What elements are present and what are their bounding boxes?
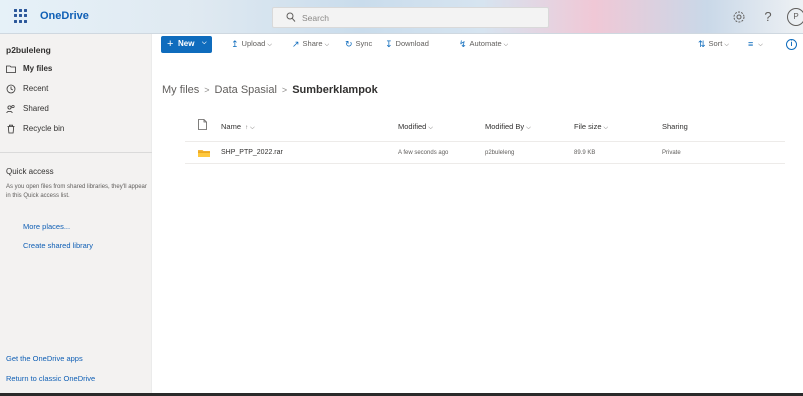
app-launcher-icon[interactable] [14, 9, 28, 23]
search-icon [286, 12, 296, 22]
nav-item-recycle-bin[interactable]: Recycle bin [0, 121, 152, 138]
automate-button[interactable]: ↯ Automate ⌵ [459, 39, 508, 51]
file-type-icon[interactable] [198, 119, 207, 130]
sort-icon: ⇅ [698, 39, 706, 49]
share-icon: ↗ [292, 39, 300, 49]
archive-folder-icon [198, 150, 210, 157]
chevron-down-icon: ⌵ [267, 42, 272, 48]
column-header-name[interactable]: Name ↑ ⌵ [221, 122, 255, 132]
clock-icon [6, 84, 16, 94]
chevron-down-icon: ⌵ [250, 125, 255, 131]
nav-item-label: Recent [23, 84, 49, 93]
file-list-header: Name ↑ ⌵ Modified ⌵ Modified By ⌵ File size… [185, 109, 785, 142]
suite-header: OneDrive ? P [0, 0, 803, 34]
account-name: p2buleleng [6, 45, 51, 55]
column-header-modified[interactable]: Modified ⌵ [398, 122, 433, 132]
column-header-file-size[interactable]: File size ⌵ [574, 122, 608, 132]
column-header-sharing[interactable]: Sharing [662, 122, 688, 131]
breadcrumb-item[interactable]: My files [162, 84, 199, 96]
people-icon [6, 104, 15, 114]
chevron-down-icon: ⌵ [503, 42, 509, 48]
automate-icon: ↯ [459, 39, 467, 49]
sidebar-divider [0, 152, 152, 153]
file-name[interactable]: SHP_PTP_2022.rar [221, 149, 283, 156]
chevron-down-icon: ⌵ [758, 42, 763, 48]
chevron-down-icon: ⌵ [324, 42, 330, 48]
search-input[interactable] [302, 10, 522, 25]
avatar[interactable]: P [787, 8, 803, 26]
nav-item-recent[interactable]: Recent [0, 81, 152, 98]
create-shared-library-link[interactable]: Create shared library [23, 241, 93, 250]
chevron-down-icon: ⌵ [603, 125, 609, 131]
new-button[interactable]: + New ⌵ [161, 36, 212, 53]
nav-item-my-files[interactable]: My files [0, 61, 152, 78]
folder-icon [6, 65, 16, 73]
chevron-down-icon: ⌵ [526, 125, 531, 131]
plus-icon: + [167, 38, 174, 50]
breadcrumb-current: Sumberklampok [292, 84, 378, 97]
column-header-modified-by[interactable]: Modified By ⌵ [485, 122, 531, 132]
download-icon: ↧ [385, 39, 393, 49]
sort-button[interactable]: ⇅ Sort ⌵ [698, 39, 729, 51]
get-apps-link[interactable]: Get the OneDrive apps [6, 354, 83, 363]
quick-access-description: As you open files from shared libraries,… [6, 184, 147, 199]
left-navigation: p2buleleng My files Recent Shared Recycl… [0, 34, 152, 396]
chevron-down-icon: ⌵ [724, 42, 729, 48]
breadcrumb: My files > Data Spasial > Sumberklampok [162, 84, 378, 100]
info-icon[interactable]: i [786, 39, 797, 50]
nav-item-shared[interactable]: Shared [0, 101, 152, 118]
chevron-down-icon: ⌵ [428, 125, 433, 131]
chevron-right-icon: > [281, 85, 288, 96]
search-box[interactable] [272, 7, 549, 28]
classic-onedrive-link[interactable]: Return to classic OneDrive [6, 374, 95, 383]
more-places-link[interactable]: More places... [23, 222, 70, 231]
upload-icon: ↥ [231, 39, 239, 49]
sync-icon: ↻ [345, 39, 353, 49]
breadcrumb-item[interactable]: Data Spasial [215, 84, 277, 96]
help-icon[interactable]: ? [760, 9, 776, 25]
file-modified-by: p2buleleng [485, 150, 515, 156]
gear-icon[interactable] [731, 9, 747, 25]
sync-button[interactable]: ↻ Sync [345, 39, 372, 51]
chevron-right-icon: > [204, 85, 210, 96]
command-bar: + New ⌵ ↥ Upload ⌵ ↗ Share ⌵ ↻ Sync ↧ Download… [152, 34, 803, 58]
upload-button[interactable]: ↥ Upload ⌵ [231, 39, 272, 51]
chevron-down-icon: ⌵ [202, 40, 207, 46]
nav-item-label: My files [23, 64, 53, 73]
recycle-bin-icon [7, 124, 15, 134]
nav-item-label: Shared [23, 104, 49, 113]
sort-ascending-icon: ↑ [245, 125, 249, 131]
view-options-icon: ≡ [748, 39, 754, 49]
download-button[interactable]: ↧ Download [385, 39, 429, 51]
file-size: 89.9 KB [574, 150, 596, 156]
file-modified: A few seconds ago [398, 150, 449, 156]
view-options-button[interactable]: ≡ ⌵ [748, 39, 763, 51]
quick-access-title: Quick access [6, 167, 54, 176]
share-button[interactable]: ↗ Share ⌵ [292, 39, 329, 51]
file-sharing[interactable]: Private [662, 150, 681, 156]
app-title[interactable]: OneDrive [40, 10, 89, 22]
table-row[interactable]: SHP_PTP_2022.rar A few seconds ago p2bul… [185, 142, 785, 164]
nav-item-label: Recycle bin [23, 124, 65, 133]
